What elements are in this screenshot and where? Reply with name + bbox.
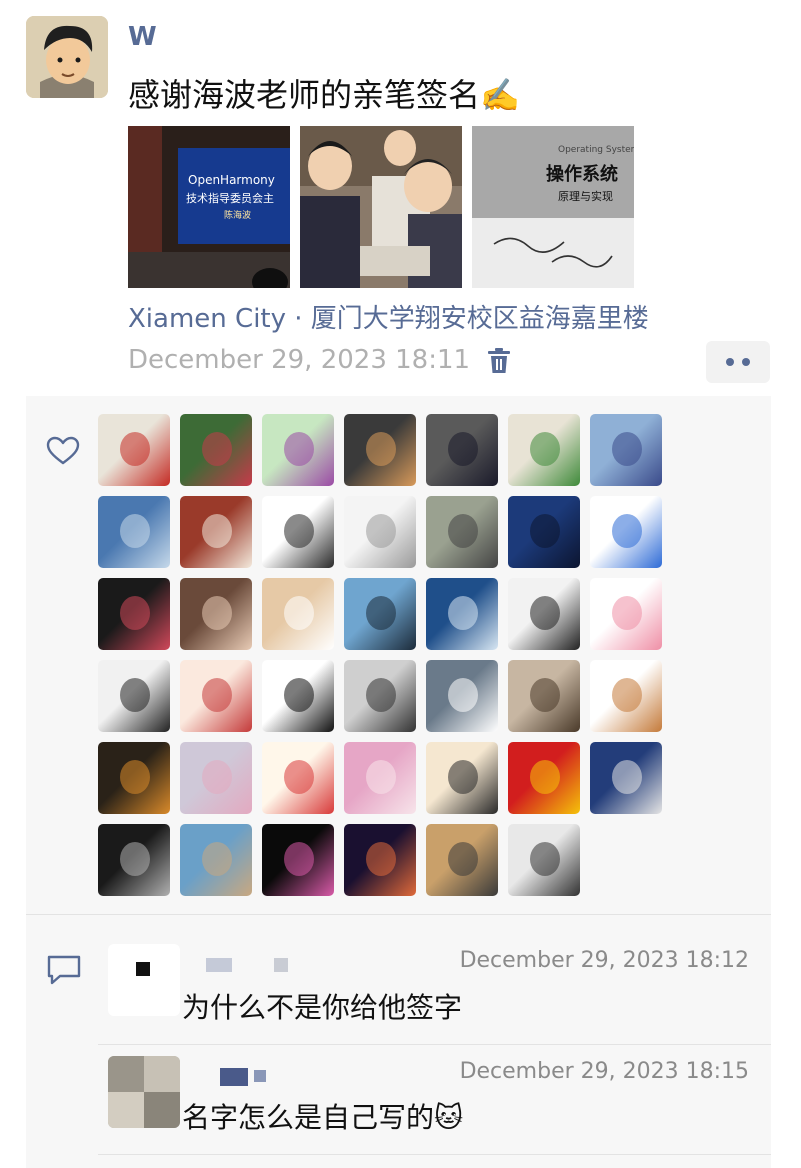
likes-avatar-man-painting[interactable] <box>426 496 498 568</box>
more-dot-icon <box>726 358 734 366</box>
trash-icon[interactable] <box>486 347 512 375</box>
comment-author-name[interactable] <box>202 958 292 976</box>
likes-avatar-ocean-wave[interactable] <box>426 578 498 650</box>
comment-time: December 29, 2023 18:15 <box>459 1059 749 1084</box>
likes-section <box>26 396 771 915</box>
likes-avatar-deer[interactable] <box>262 496 334 568</box>
post-photo-1[interactable]: OpenHarmony 技术指导委员会主 陈海波 <box>128 126 290 288</box>
comment-text[interactable]: 为什么不是你给他签字 <box>182 986 462 1026</box>
likes-avatar-wizard[interactable] <box>590 742 662 814</box>
comment-divider <box>98 1154 771 1155</box>
photo-signed-book: Operating Systems 操作系统 原理与实现 <box>472 126 634 288</box>
likes-avatar-man-jersey[interactable] <box>426 414 498 486</box>
book-subtitle: 原理与实现 <box>558 189 613 203</box>
likes-avatar-cat-sunglasses[interactable] <box>426 660 498 732</box>
post-location[interactable]: Xiamen City · 厦门大学翔安校区益海嘉里楼 <box>128 298 649 335</box>
likes-avatar-baby-panda[interactable] <box>98 660 170 732</box>
likes-avatar-dog-laptop[interactable] <box>508 824 580 896</box>
likes-avatar-anime-sketch[interactable] <box>344 496 416 568</box>
author-avatar[interactable] <box>26 16 108 98</box>
comment-avatar[interactable] <box>108 944 180 1016</box>
comment-divider <box>98 1044 771 1045</box>
likes-avatar-pig-cartoon[interactable] <box>262 414 334 486</box>
likes-avatar-silhouette-dusk[interactable] <box>344 414 416 486</box>
likes-avatar-man-white[interactable] <box>508 578 580 650</box>
likes-avatar-pink-bear[interactable] <box>98 578 170 650</box>
likes-avatar-anime-boy[interactable] <box>344 660 416 732</box>
likes-avatar-sleeping-anime[interactable] <box>590 414 662 486</box>
likes-avatar-baby-bunny[interactable] <box>180 578 252 650</box>
likes-avatar-couple-field[interactable] <box>426 824 498 896</box>
avatar-mark <box>136 962 150 976</box>
post-photo-2[interactable] <box>300 126 462 288</box>
heart-icon <box>46 436 80 466</box>
likes-avatar-yinyang[interactable] <box>508 742 580 814</box>
book-en-title: Operating Systems <box>558 145 634 155</box>
screen-title: OpenHarmony <box>188 173 275 187</box>
likes-avatar-man-back[interactable] <box>98 824 170 896</box>
likes-avatar-justin-bieber[interactable] <box>180 660 252 732</box>
likes-avatar-camellia[interactable] <box>180 414 252 486</box>
likes-avatar-space-pizza[interactable] <box>344 824 416 896</box>
likes-avatar-mountain-lake[interactable] <box>98 496 170 568</box>
comment-avatar[interactable] <box>108 1056 180 1128</box>
more-dot-icon <box>742 358 750 366</box>
author-avatar-illustration <box>26 16 108 98</box>
likes-avatar-penguin-ice[interactable] <box>344 578 416 650</box>
comment-icon <box>46 954 82 986</box>
post-photo-3[interactable]: Operating Systems 操作系统 原理与实现 <box>472 126 634 288</box>
likes-avatar-temple-night[interactable] <box>98 742 170 814</box>
likes-avatar-cat-sleeping[interactable] <box>180 742 252 814</box>
more-options-button[interactable] <box>706 341 770 383</box>
photo-signing-scene <box>300 126 462 288</box>
likes-avatar-lotus[interactable] <box>262 824 334 896</box>
post-text: 感谢海波老师的亲笔签名✍️ <box>128 76 520 114</box>
likes-avatar-girl-cartoon[interactable] <box>262 742 334 814</box>
likes-avatar-silhouette-blue[interactable] <box>508 496 580 568</box>
screen-subtitle: 技术指导委员会主 <box>186 191 274 205</box>
likes-avatar-red-kids[interactable] <box>98 414 170 486</box>
likes-avatar-couple[interactable] <box>508 660 580 732</box>
post-timestamp: December 29, 2023 18:11 <box>128 345 471 375</box>
photo-lecture-screen: OpenHarmony 技术指导委员会主 陈海波 <box>128 126 290 288</box>
comment-text[interactable]: 名字怎么是自己写的🐱 <box>182 1096 463 1136</box>
likes-avatar-astronaut[interactable] <box>590 496 662 568</box>
likes-avatar-boy-cartoon[interactable] <box>426 742 498 814</box>
likes-avatar-cat-face[interactable] <box>262 578 334 650</box>
author-name[interactable]: W <box>128 22 157 52</box>
likes-avatar-pink-stroke[interactable] <box>590 578 662 650</box>
likes-avatar-smiley[interactable] <box>262 660 334 732</box>
likes-avatar-dog-melon[interactable] <box>508 414 580 486</box>
likes-avatar-lucky-cat[interactable] <box>180 496 252 568</box>
interaction-panel: December 29, 2023 18:12 为什么不是你给他签字 Decem… <box>26 396 771 1168</box>
screen-name: 陈海波 <box>224 209 251 221</box>
likes-avatar-pig-bunny[interactable] <box>344 742 416 814</box>
comment-author-name[interactable] <box>202 1068 272 1086</box>
likes-avatar-monk-cartoon[interactable] <box>590 660 662 732</box>
likes-avatar-beach[interactable] <box>180 824 252 896</box>
comment-time: December 29, 2023 18:12 <box>459 948 749 973</box>
book-title: 操作系统 <box>546 163 618 185</box>
section-divider <box>26 914 771 915</box>
